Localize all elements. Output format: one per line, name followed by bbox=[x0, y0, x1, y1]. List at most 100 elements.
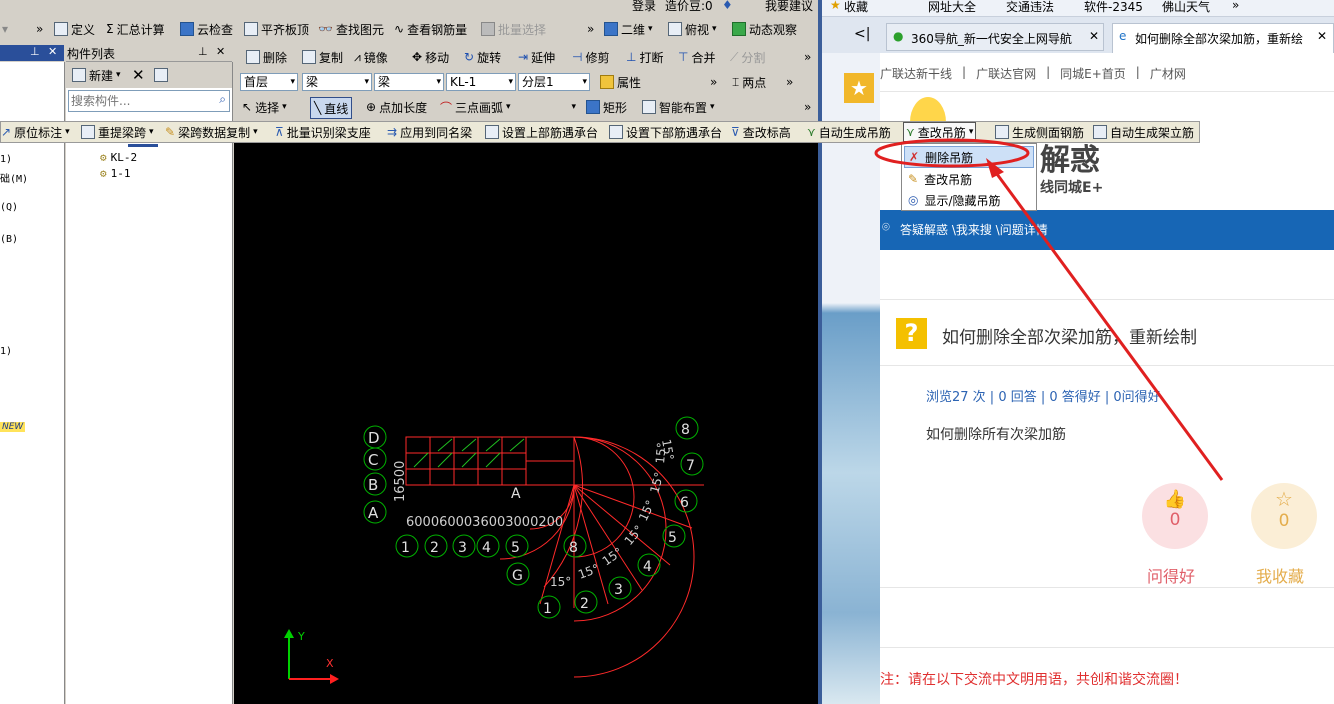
nav-item[interactable]: 础(M) bbox=[0, 170, 28, 185]
split-button[interactable]: ⟋ 分割 bbox=[730, 47, 765, 67]
topview-dropdown[interactable]: 俯视 ▾ bbox=[668, 19, 717, 39]
cloud-check-button[interactable]: 云检查 bbox=[180, 19, 233, 39]
tab-question[interactable]: e 如何删除全部次梁加筋，重新绘 ✕ bbox=[1112, 23, 1334, 53]
erect-rebar-button[interactable]: 自动生成架立筋 bbox=[1093, 122, 1194, 142]
pin-icon[interactable]: ⊥ bbox=[30, 45, 40, 58]
category-select[interactable]: 梁 ▾ bbox=[302, 73, 372, 91]
site-nav-link[interactable]: 同城E+首页 bbox=[1060, 65, 1126, 82]
batch-support-button[interactable]: ⊼ 批量识别梁支座 bbox=[275, 122, 371, 142]
nav-item[interactable]: 1) bbox=[0, 154, 12, 165]
breadcrumb[interactable]: 答疑解惑 \我来搜 \问题详情 bbox=[900, 221, 1048, 238]
suggest-link[interactable]: 我要建议 bbox=[765, 0, 813, 14]
edit-hanger-dropdown[interactable]: ⋎ 查改吊筋 ▾ bbox=[903, 122, 977, 142]
side-strip: ★ bbox=[822, 53, 880, 704]
favorite-button[interactable]: ☆ 0 bbox=[1251, 483, 1317, 549]
site-nav-link[interactable]: 广联达官网 bbox=[976, 65, 1036, 82]
break-button[interactable]: ⊥ 打断 bbox=[626, 47, 663, 67]
favorite-link[interactable]: 佛山天气 bbox=[1162, 0, 1210, 15]
rect-button[interactable]: 矩形 bbox=[586, 97, 627, 117]
select-dropdown[interactable]: ↖ 选择 ▾ bbox=[242, 97, 287, 117]
pin-icon[interactable]: ⊥ bbox=[198, 45, 208, 58]
layer-select[interactable]: 分层1 ▾ bbox=[518, 73, 590, 91]
type-select[interactable]: 梁 ▾ bbox=[374, 73, 444, 91]
align-top-button[interactable]: 平齐板顶 bbox=[244, 19, 309, 39]
favorite-label[interactable]: 我收藏 bbox=[1256, 563, 1304, 587]
component-search-input[interactable] bbox=[69, 91, 201, 111]
move-button[interactable]: ✥ 移动 bbox=[412, 47, 449, 67]
arc-mode-select[interactable]: ▾ bbox=[524, 99, 578, 117]
more-chevron-icon[interactable]: » bbox=[804, 47, 811, 67]
arc-button[interactable]: ⌒ 三点画弧 ▾ bbox=[440, 97, 511, 117]
cad-drawing[interactable]: D C B A 16500 6000600036003000200 1 2 3 … bbox=[234, 142, 818, 704]
favorite-link[interactable]: 网址大全 bbox=[928, 0, 976, 15]
more-chevron-icon[interactable]: » bbox=[804, 97, 811, 117]
top-rebar-cap-button[interactable]: 设置上部筋遇承台 bbox=[485, 122, 598, 142]
cad-canvas[interactable]: D C B A 16500 6000600036003000200 1 2 3 … bbox=[234, 142, 818, 704]
toggle-hanger-item[interactable]: ◎ 显示/隐藏吊筋 bbox=[904, 189, 1034, 211]
undo-dropdown[interactable]: ▾ bbox=[2, 19, 8, 39]
span-copy-dropdown[interactable]: ✎ 梁跨数据复制 ▾ bbox=[165, 122, 258, 142]
nav-item[interactable]: (B) bbox=[0, 234, 18, 245]
delete-x-icon[interactable]: ✕ bbox=[132, 65, 145, 85]
more-chevron-icon[interactable]: » bbox=[36, 19, 43, 39]
merge-button[interactable]: ⊤ 合并 bbox=[678, 47, 715, 67]
copy-component-icon[interactable] bbox=[154, 65, 168, 85]
2d-dropdown[interactable]: 二维 ▾ bbox=[604, 19, 653, 39]
tree-item[interactable]: ⚙ 1-1 bbox=[100, 167, 131, 180]
define-button[interactable]: 定义 bbox=[54, 19, 95, 39]
delete-button[interactable]: 删除 bbox=[246, 47, 287, 67]
more-chevron-icon[interactable]: » bbox=[587, 19, 594, 39]
bottom-rebar-cap-button[interactable]: 设置下部筋遇承台 bbox=[609, 122, 722, 142]
batch-select-button[interactable]: 批量选择 bbox=[481, 19, 546, 39]
more-chevron-icon[interactable]: » bbox=[710, 72, 717, 92]
new-component-button[interactable]: 新建 ▾ bbox=[72, 65, 121, 85]
mirror-button[interactable]: ⩘ 镜像 bbox=[354, 47, 388, 67]
login-link[interactable]: 登录 bbox=[632, 0, 656, 14]
nav-item[interactable]: 1) bbox=[0, 346, 12, 357]
extend-button[interactable]: ⇥ 延伸 bbox=[518, 47, 555, 67]
summary-calc-button[interactable]: Σ 汇总计算 bbox=[106, 19, 165, 39]
close-tab-icon[interactable]: ✕ bbox=[1317, 29, 1328, 43]
site-nav-link[interactable]: 广联达新干线 bbox=[880, 65, 952, 82]
favorites-side-button[interactable]: ★ bbox=[844, 73, 874, 103]
search-icon[interactable]: ⌕ bbox=[219, 92, 226, 107]
point-length-button[interactable]: ⊕ 点加长度 bbox=[366, 97, 427, 117]
delete-hanger-item[interactable]: ✗ 删除吊筋 bbox=[904, 146, 1034, 168]
edit-hanger-item[interactable]: ✎ 查改吊筋 bbox=[904, 168, 1034, 190]
tab-360[interactable]: ● 360导航_新一代安全上网导航 ✕ bbox=[886, 23, 1104, 51]
auto-hanger-button[interactable]: ⋎ 自动生成吊筋 bbox=[807, 122, 891, 142]
back-tab-icon[interactable]: <| bbox=[854, 26, 870, 42]
member-select[interactable]: KL-1 ▾ bbox=[446, 73, 516, 91]
line-button[interactable]: ╲ 直线 bbox=[310, 97, 353, 119]
bell-icon[interactable]: ♦ bbox=[722, 0, 733, 12]
floor-select[interactable]: 首层 ▾ bbox=[240, 73, 298, 91]
close-icon[interactable]: ✕ bbox=[216, 45, 225, 58]
like-button[interactable]: 👍 0 bbox=[1142, 483, 1208, 549]
trim-button[interactable]: ⊣ 修剪 bbox=[572, 47, 609, 67]
close-tab-icon[interactable]: ✕ bbox=[1089, 29, 1099, 43]
close-icon[interactable]: ✕ bbox=[48, 45, 57, 58]
properties-button[interactable]: 属性 bbox=[600, 72, 641, 92]
copy-button[interactable]: 复制 bbox=[302, 47, 343, 67]
side-rebar-button[interactable]: 生成侧面钢筋 bbox=[995, 122, 1084, 142]
rotate-button[interactable]: ↻ 旋转 bbox=[464, 47, 501, 67]
respan-dropdown[interactable]: 重提梁跨 ▾ bbox=[81, 122, 154, 142]
favorites-star-icon[interactable]: ★ bbox=[830, 0, 841, 12]
favorite-link[interactable]: 软件-2345 bbox=[1084, 0, 1143, 15]
more-chevron-icon[interactable]: » bbox=[786, 72, 793, 92]
smart-layout-dropdown[interactable]: 智能布置 ▾ bbox=[642, 97, 715, 117]
tree-item[interactable]: ⚙ KL-2 bbox=[100, 151, 137, 164]
inplace-annotate-dropdown[interactable]: ↗ 原位标注 ▾ bbox=[1, 122, 70, 142]
favorite-link[interactable]: 交通违法 bbox=[1006, 0, 1054, 15]
nav-item[interactable]: (Q) bbox=[0, 202, 18, 213]
site-nav-link[interactable]: 广材网 bbox=[1150, 65, 1186, 82]
apply-same-name-button[interactable]: ⇉ 应用到同名梁 bbox=[387, 122, 472, 142]
view-rebar-button[interactable]: ∿ 查看钢筋量 bbox=[394, 19, 467, 39]
orbit-button[interactable]: 动态观察 bbox=[732, 19, 797, 39]
like-label[interactable]: 问得好 bbox=[1147, 563, 1195, 587]
find-element-button[interactable]: 👓 查找图元 bbox=[318, 19, 384, 39]
two-point-button[interactable]: ⌶ 两点 bbox=[732, 72, 766, 92]
favorite-link[interactable]: 收藏 bbox=[844, 0, 868, 15]
more-chevron-icon[interactable]: » bbox=[1232, 0, 1239, 12]
check-elevation-button[interactable]: ⊽ 查改标高 bbox=[731, 122, 791, 142]
